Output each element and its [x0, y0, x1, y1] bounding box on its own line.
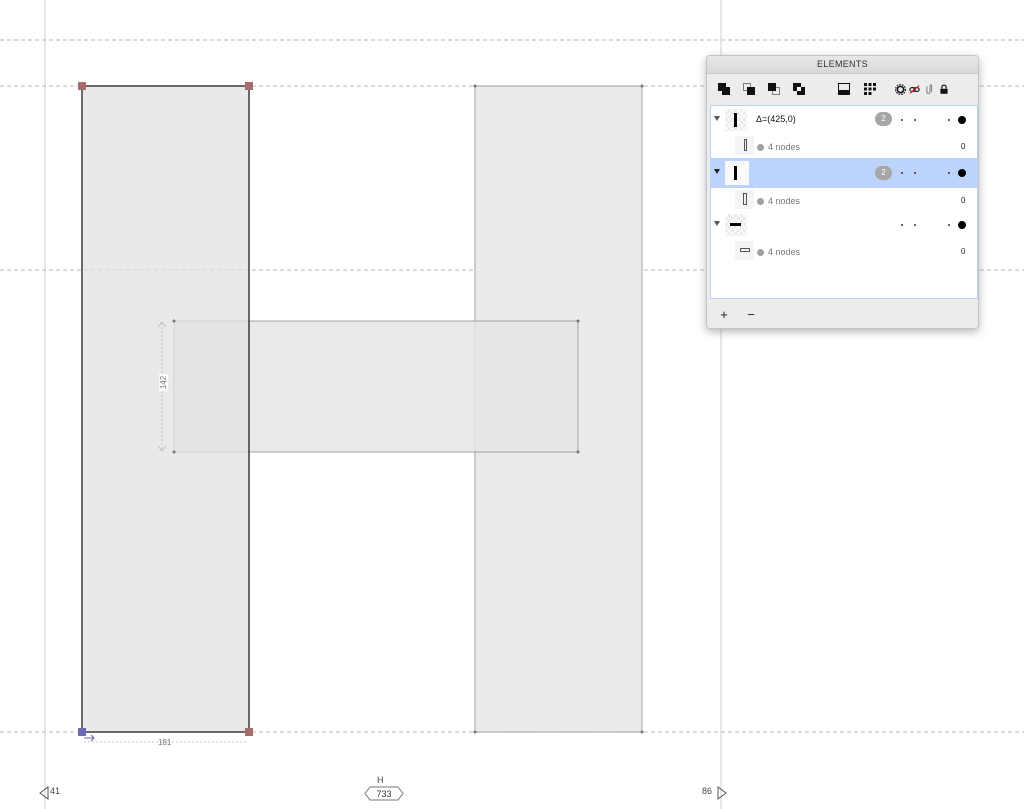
layer-row[interactable]: Δ=(425,0) 2 [711, 107, 977, 133]
crossbar-node[interactable] [576, 450, 580, 454]
status-dot [757, 144, 764, 151]
contour-thumbnail [735, 136, 754, 155]
elements-panel[interactable]: ELEMENTS Δ=(425,0) 2 4 nodes 0 2 4 nodes… [706, 55, 979, 329]
disclosure-triangle-icon[interactable] [714, 221, 720, 226]
crossbar-node[interactable] [172, 319, 176, 323]
fill-dot[interactable] [958, 116, 966, 124]
remove-layer-button[interactable]: − [744, 307, 758, 322]
right-stem-node[interactable] [640, 730, 644, 734]
selected-node[interactable] [245, 82, 253, 90]
color-dot[interactable] [948, 119, 950, 121]
fill-dot[interactable] [958, 169, 966, 177]
intersect-icon[interactable] [767, 82, 781, 96]
layer-count-badge: 2 [875, 166, 892, 180]
lock-dot[interactable] [914, 119, 916, 121]
node-count: 4 nodes [768, 247, 801, 257]
left-sidebearing[interactable]: 41 [38, 786, 60, 796]
layers-list[interactable]: Δ=(425,0) 2 4 nodes 0 2 4 nodes 0 4 node… [710, 105, 978, 299]
clip-icon[interactable] [923, 84, 934, 95]
selected-node[interactable] [245, 728, 253, 736]
layer-thumbnail [725, 109, 747, 131]
start-node[interactable] [78, 728, 86, 736]
exclude-icon[interactable] [792, 82, 806, 96]
layer-thumbnail [725, 161, 749, 185]
lock-icon[interactable] [939, 84, 949, 95]
fill-dot[interactable] [958, 221, 966, 229]
disclosure-triangle-icon[interactable] [714, 169, 720, 174]
right-sidebearing-value: 86 [702, 786, 713, 796]
panel-toolbar [707, 74, 978, 104]
node-count: 4 nodes [768, 196, 801, 206]
lock-dot[interactable] [914, 172, 916, 174]
contour-thumbnail [735, 190, 754, 209]
gear-icon[interactable] [895, 84, 906, 95]
left-stem-shape[interactable] [81, 85, 250, 733]
color-dot[interactable] [948, 172, 950, 174]
panel-title: ELEMENTS [707, 56, 978, 74]
left-sidebearing-value: 41 [50, 786, 61, 796]
contour-index: 0 [961, 142, 966, 151]
layer-row[interactable] [711, 212, 977, 238]
layer-sub-row[interactable]: 4 nodes 0 [711, 133, 977, 159]
height-measure-label: 142 [159, 373, 169, 392]
color-dot[interactable] [948, 224, 950, 226]
right-stem-node[interactable] [473, 84, 477, 88]
selected-node[interactable] [78, 82, 86, 90]
glyph-name-label: H [377, 775, 384, 785]
status-dot [757, 198, 764, 205]
visibility-dot[interactable] [901, 172, 903, 174]
right-stem-node[interactable] [640, 84, 644, 88]
layer-sub-row[interactable]: 4 nodes 0 [711, 238, 977, 264]
lock-dot[interactable] [914, 224, 916, 226]
disclosure-triangle-icon[interactable] [714, 116, 720, 121]
contour-index: 0 [961, 247, 966, 256]
layer-thumbnail [725, 214, 747, 236]
crossbar-node[interactable] [172, 450, 176, 454]
layer-name[interactable]: Δ=(425,0) [756, 114, 796, 124]
visibility-dot[interactable] [901, 224, 903, 226]
add-layer-button[interactable]: + [717, 307, 731, 322]
crossbar-node[interactable] [576, 319, 580, 323]
grid-icon[interactable] [863, 82, 877, 96]
contour-index: 0 [961, 196, 966, 205]
link-icon[interactable] [909, 84, 920, 95]
node-count: 4 nodes [768, 142, 801, 152]
right-sidebearing[interactable]: 86 [702, 786, 712, 796]
right-stem-node[interactable] [473, 730, 477, 734]
layer-sub-row[interactable]: 4 nodes 0 [711, 187, 977, 213]
union-icon[interactable] [717, 82, 731, 96]
fill-mode-icon[interactable] [837, 82, 851, 96]
right-sidebearing-arrow-icon [717, 786, 727, 800]
glyph-width-value: 733 [376, 788, 392, 799]
status-dot [757, 249, 764, 256]
layer-row-selected[interactable]: 2 [711, 158, 977, 188]
subtract-icon[interactable] [742, 82, 756, 96]
contour-thumbnail [735, 241, 754, 260]
visibility-dot[interactable] [901, 119, 903, 121]
glyph-width-box[interactable]: 733 [364, 786, 404, 801]
width-measure-label: 181 [158, 738, 172, 747]
layer-count-badge: 2 [875, 112, 892, 126]
